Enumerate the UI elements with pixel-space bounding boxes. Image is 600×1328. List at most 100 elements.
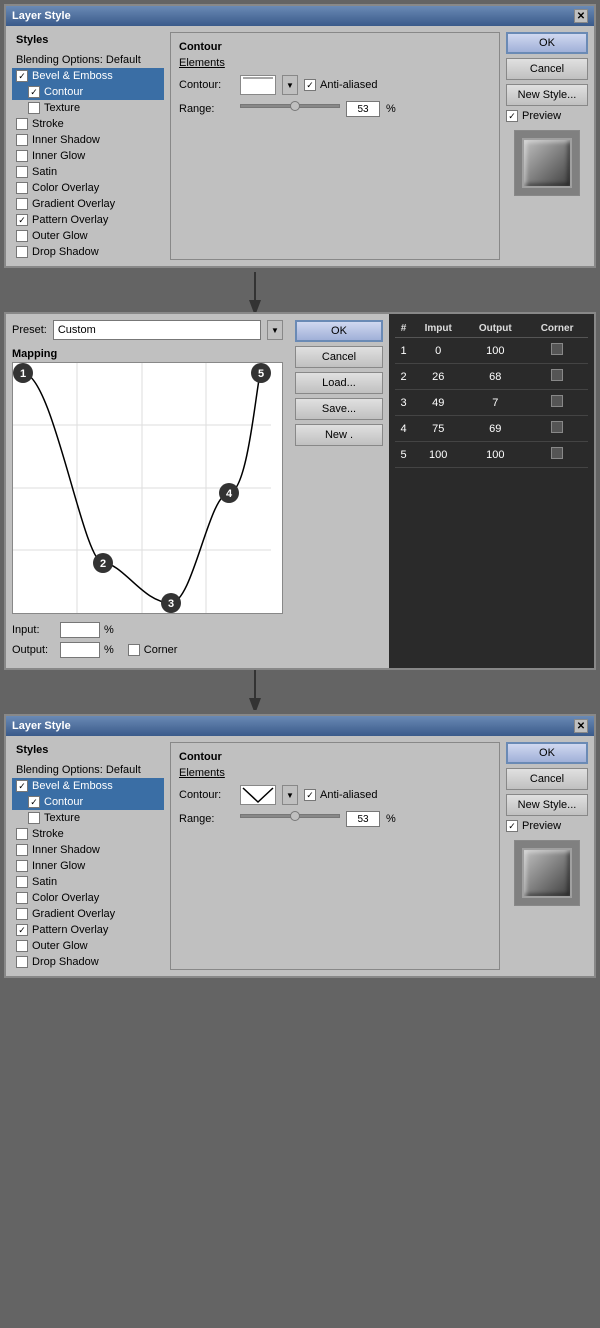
top-preview-checkbox[interactable]: [506, 110, 518, 122]
contour-cancel-button[interactable]: Cancel: [295, 346, 383, 368]
bottom-sidebar-color-overlay[interactable]: Color Overlay: [12, 890, 164, 906]
bottom-anti-alias-checkbox[interactable]: [304, 789, 316, 801]
bottom-sidebar-inner-glow[interactable]: Inner Glow: [12, 858, 164, 874]
pattern-overlay-checkbox[interactable]: [16, 214, 28, 226]
preset-input[interactable]: [53, 320, 261, 340]
sidebar-item-drop-shadow[interactable]: Drop Shadow: [12, 244, 164, 260]
sidebar-item-gradient-overlay[interactable]: Gradient Overlay: [12, 196, 164, 212]
top-preview-label: Preview: [522, 110, 561, 122]
top-styles-sidebar: Styles Blending Options: Default Bevel &…: [12, 32, 164, 260]
mapping-canvas[interactable]: 1 2 3 4 5: [13, 363, 271, 613]
contour-ok-button[interactable]: OK: [295, 320, 383, 342]
bottom-panel-titlebar: Layer Style ✕: [6, 716, 594, 736]
bottom-pattern-overlay-checkbox[interactable]: [16, 924, 28, 936]
col-header-input: Imput: [412, 320, 464, 338]
output-field[interactable]: [60, 642, 100, 658]
inner-shadow-checkbox[interactable]: [16, 134, 28, 146]
bottom-sidebar-inner-shadow[interactable]: Inner Shadow: [12, 842, 164, 858]
bottom-outer-glow-checkbox[interactable]: [16, 940, 28, 952]
contour-load-button[interactable]: Load...: [295, 372, 383, 394]
top-panel-close-button[interactable]: ✕: [574, 9, 588, 23]
contour-save-button[interactable]: Save...: [295, 398, 383, 420]
sidebar-item-outer-glow[interactable]: Outer Glow: [12, 228, 164, 244]
bottom-contour-checkbox[interactable]: [28, 796, 40, 808]
bottom-texture-checkbox[interactable]: [28, 812, 40, 824]
sidebar-item-bevel-emboss[interactable]: Bevel & Emboss: [12, 68, 164, 84]
row-3-corner[interactable]: [551, 395, 563, 407]
bottom-range-slider[interactable]: [240, 814, 340, 818]
contour-checkbox[interactable]: [28, 86, 40, 98]
input-field[interactable]: [60, 622, 100, 638]
bottom-panel-close-button[interactable]: ✕: [574, 719, 588, 733]
bottom-sidebar-blending[interactable]: Blending Options: Default: [12, 762, 164, 778]
color-overlay-checkbox[interactable]: [16, 182, 28, 194]
bottom-range-input[interactable]: [346, 811, 380, 827]
top-range-label: Range:: [179, 103, 234, 115]
top-range-slider[interactable]: [240, 104, 340, 108]
bottom-sidebar-drop-shadow[interactable]: Drop Shadow: [12, 954, 164, 970]
sidebar-item-satin[interactable]: Satin: [12, 164, 164, 180]
corner-checkbox[interactable]: [128, 644, 140, 656]
bottom-sidebar-bevel-emboss[interactable]: Bevel & Emboss: [12, 778, 164, 794]
contour-new-button[interactable]: New .: [295, 424, 383, 446]
top-styles-label: Styles: [12, 32, 164, 48]
bottom-contour-dropdown[interactable]: ▼: [282, 785, 298, 805]
corner-check-row: Corner: [128, 644, 178, 656]
top-contour-dropdown[interactable]: ▼: [282, 75, 298, 95]
sidebar-item-stroke[interactable]: Stroke: [12, 116, 164, 132]
top-new-style-button[interactable]: New Style...: [506, 84, 588, 106]
gradient-overlay-checkbox[interactable]: [16, 198, 28, 210]
bottom-contour-preview[interactable]: [240, 785, 276, 805]
bottom-sidebar-texture[interactable]: Texture: [12, 810, 164, 826]
sidebar-item-pattern-overlay[interactable]: Pattern Overlay: [12, 212, 164, 228]
top-range-input[interactable]: [346, 101, 380, 117]
bottom-bevel-checkbox[interactable]: [16, 780, 28, 792]
bottom-inner-shadow-checkbox[interactable]: [16, 844, 28, 856]
bottom-styles-sidebar: Styles Blending Options: Default Bevel &…: [12, 742, 164, 970]
top-anti-alias-checkbox[interactable]: [304, 79, 316, 91]
bottom-preview-checkbox[interactable]: [506, 820, 518, 832]
top-contour-row: Contour: ▼ Anti-aliased: [179, 75, 491, 95]
bottom-sidebar-outer-glow[interactable]: Outer Glow: [12, 938, 164, 954]
output-unit: %: [104, 644, 114, 656]
bottom-stroke-checkbox[interactable]: [16, 828, 28, 840]
inner-glow-checkbox[interactable]: [16, 150, 28, 162]
drop-shadow-checkbox[interactable]: [16, 246, 28, 258]
bottom-sidebar-contour[interactable]: Contour: [12, 794, 164, 810]
row-2-corner[interactable]: [551, 369, 563, 381]
bottom-ok-button[interactable]: OK: [506, 742, 588, 764]
row-4-corner[interactable]: [551, 421, 563, 433]
bottom-sidebar-stroke[interactable]: Stroke: [12, 826, 164, 842]
sidebar-item-inner-glow[interactable]: Inner Glow: [12, 148, 164, 164]
row-1-corner[interactable]: [551, 343, 563, 355]
row-3-num: 3: [395, 390, 412, 416]
sidebar-item-texture[interactable]: Texture: [12, 100, 164, 116]
bottom-satin-checkbox[interactable]: [16, 876, 28, 888]
preset-dropdown[interactable]: ▼: [267, 320, 283, 340]
bottom-sidebar-gradient-overlay[interactable]: Gradient Overlay: [12, 906, 164, 922]
bottom-sidebar-pattern-overlay[interactable]: Pattern Overlay: [12, 922, 164, 938]
bottom-gradient-overlay-label: Gradient Overlay: [32, 908, 115, 920]
bottom-new-style-button[interactable]: New Style...: [506, 794, 588, 816]
sidebar-item-contour[interactable]: Contour: [12, 84, 164, 100]
bottom-drop-shadow-checkbox[interactable]: [16, 956, 28, 968]
row-5-corner[interactable]: [551, 447, 563, 459]
bottom-gradient-overlay-checkbox[interactable]: [16, 908, 28, 920]
top-contour-preview[interactable]: [240, 75, 276, 95]
bevel-checkbox[interactable]: [16, 70, 28, 82]
stroke-checkbox[interactable]: [16, 118, 28, 130]
bottom-sidebar-satin[interactable]: Satin: [12, 874, 164, 890]
sidebar-item-inner-shadow[interactable]: Inner Shadow: [12, 132, 164, 148]
top-ok-button[interactable]: OK: [506, 32, 588, 54]
mapping-label: Mapping: [12, 348, 283, 360]
sidebar-item-color-overlay[interactable]: Color Overlay: [12, 180, 164, 196]
outer-glow-checkbox[interactable]: [16, 230, 28, 242]
top-right-buttons: OK Cancel New Style... Preview: [506, 32, 588, 260]
texture-checkbox[interactable]: [28, 102, 40, 114]
satin-checkbox[interactable]: [16, 166, 28, 178]
sidebar-item-blending[interactable]: Blending Options: Default: [12, 52, 164, 68]
bottom-cancel-button[interactable]: Cancel: [506, 768, 588, 790]
bottom-color-overlay-checkbox[interactable]: [16, 892, 28, 904]
top-cancel-button[interactable]: Cancel: [506, 58, 588, 80]
bottom-inner-glow-checkbox[interactable]: [16, 860, 28, 872]
